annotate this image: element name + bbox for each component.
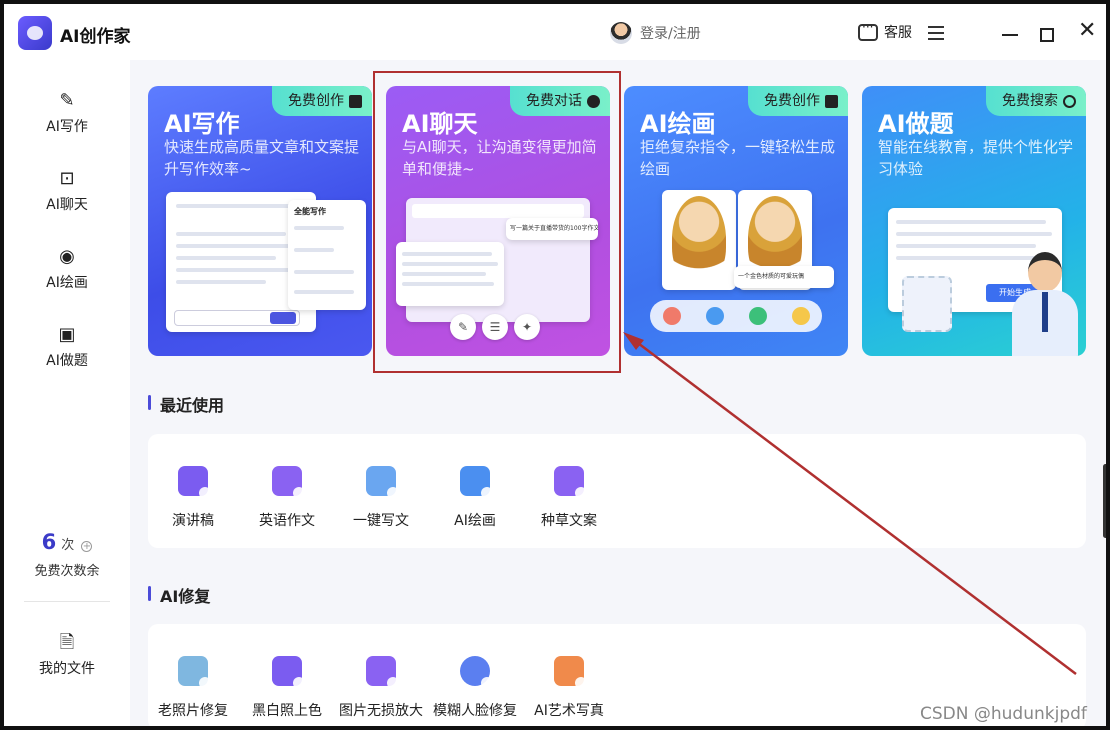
- app-window: AI创作家 登录/注册 客服 ✕ ✎ AI写作 ⊡ AI聊天 ◉ AI绘画 ▣ …: [0, 0, 1110, 730]
- watermark: CSDN @hudunkjpdf: [920, 704, 1087, 724]
- annotation-arrow: [623, 332, 1077, 675]
